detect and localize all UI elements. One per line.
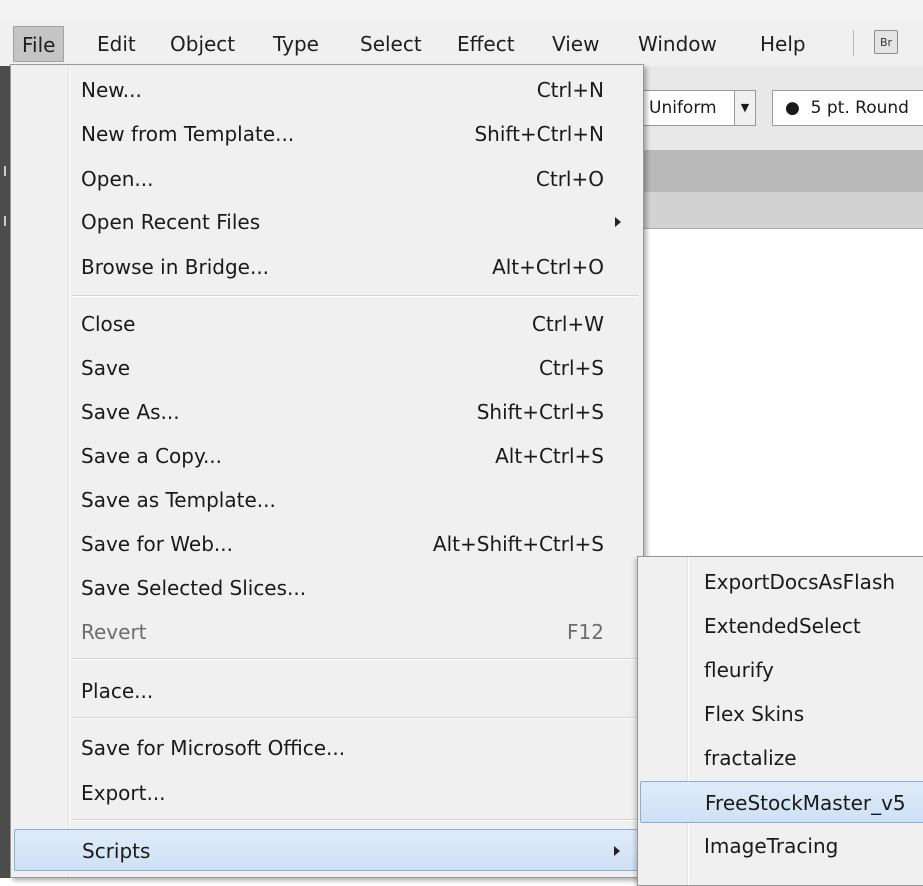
menu-item-label: Browse in Bridge... (81, 255, 270, 279)
menu-separator (72, 717, 638, 719)
menu-separator (72, 658, 638, 660)
menu-separator (72, 819, 638, 821)
menu-item-open[interactable]: Open... Ctrl+O (14, 158, 640, 200)
menu-item-close[interactable]: Close Ctrl+W (14, 303, 640, 345)
menu-item-label: New from Template... (81, 122, 295, 146)
menu-item-label: Save As... (81, 400, 180, 424)
brush-dot-icon: ● (785, 98, 800, 118)
script-item-export-docs-as-flash[interactable]: ExportDocsAsFlash (640, 561, 923, 603)
script-item-extended-select[interactable]: ExtendedSelect (640, 605, 923, 647)
menu-edit[interactable]: Edit (97, 26, 136, 62)
menu-item-shortcut: Ctrl+W (531, 312, 604, 336)
menu-view[interactable]: View (552, 26, 599, 62)
menu-item-label: Export... (81, 781, 166, 805)
menu-item-browse-in-bridge[interactable]: Browse in Bridge... Alt+Ctrl+O (14, 246, 640, 288)
menu-item-label: Close (81, 312, 136, 336)
menu-item-label: Save as Template... (81, 488, 276, 512)
menu-item-scripts[interactable]: Scripts (14, 829, 640, 871)
menu-item-shortcut: F12 (567, 620, 604, 644)
menu-item-export[interactable]: Export... (14, 772, 640, 814)
menu-item-save-for-microsoft-office[interactable]: Save for Microsoft Office... (14, 727, 640, 769)
menu-type[interactable]: Type (273, 26, 319, 62)
variable-width-profile-field[interactable]: Uniform (640, 90, 736, 126)
menu-item-label: ExportDocsAsFlash (704, 570, 896, 594)
menu-item-new-from-template[interactable]: New from Template... Shift+Ctrl+N (14, 113, 640, 155)
menu-item-shortcut: Ctrl+S (538, 356, 604, 380)
menu-item-shortcut: Shift+Ctrl+N (474, 122, 604, 146)
brush-definition-label: 5 pt. Round (810, 98, 909, 118)
menu-item-label: Save for Microsoft Office... (81, 736, 346, 760)
menu-effect[interactable]: Effect (457, 26, 515, 62)
menu-item-label: New... (81, 78, 142, 102)
menu-item-label: Open Recent Files (81, 210, 261, 234)
menu-separator (72, 295, 638, 297)
menu-object[interactable]: Object (170, 26, 235, 62)
script-item-freestockmaster-v5[interactable]: FreeStockMaster_v5 (640, 781, 923, 823)
tools-panel-edge (0, 66, 10, 878)
document-tab-bar (640, 192, 923, 229)
menu-item-revert: Revert F12 (14, 611, 640, 653)
menu-item-label: Revert (81, 620, 147, 644)
panel-grip-icon (4, 216, 6, 226)
brush-definition-field[interactable]: ● 5 pt. Round (772, 90, 923, 126)
menu-window[interactable]: Window (638, 26, 717, 62)
script-item-flex-skins[interactable]: Flex Skins (640, 693, 923, 735)
menu-item-label: ExtendedSelect (704, 614, 861, 638)
menu-item-open-recent-files[interactable]: Open Recent Files (14, 201, 640, 243)
menu-item-shortcut: Alt+Shift+Ctrl+S (432, 532, 604, 556)
menu-help[interactable]: Help (760, 26, 806, 62)
menu-item-label: Scripts (82, 839, 151, 863)
scripts-submenu: ExportDocsAsFlash ExtendedSelect fleurif… (637, 556, 923, 886)
menu-item-save-selected-slices[interactable]: Save Selected Slices... (14, 567, 640, 609)
menu-item-save-for-web[interactable]: Save for Web... Alt+Shift+Ctrl+S (14, 523, 640, 565)
application-bar (640, 150, 923, 192)
menu-bar-divider (853, 30, 854, 56)
menu-item-label: ImageTracing (704, 834, 839, 858)
file-menu-dropdown: New... Ctrl+N New from Template... Shift… (10, 64, 644, 878)
menu-select[interactable]: Select (360, 26, 422, 62)
submenu-arrow-icon (614, 846, 620, 856)
menu-item-label: Save a Copy... (81, 444, 223, 468)
profile-dropdown-arrow[interactable]: ▼ (734, 90, 756, 126)
menu-item-shortcut: Shift+Ctrl+S (476, 400, 604, 424)
script-item-fleurify[interactable]: fleurify (640, 649, 923, 691)
menu-item-new[interactable]: New... Ctrl+N (14, 69, 640, 111)
panel-grip-icon (4, 166, 6, 176)
menu-item-label: Save for Web... (81, 532, 233, 556)
menu-item-shortcut: Alt+Ctrl+S (495, 444, 604, 468)
script-item-image-tracing[interactable]: ImageTracing (640, 825, 923, 867)
menu-item-label: fractalize (704, 746, 797, 770)
menu-item-label: Save Selected Slices... (81, 576, 307, 600)
menu-item-label: Open... (81, 167, 154, 191)
menu-item-label: fleurify (704, 658, 774, 682)
script-item-fractalize[interactable]: fractalize (640, 737, 923, 779)
menu-item-label: Flex Skins (704, 702, 805, 726)
menu-item-save[interactable]: Save Ctrl+S (14, 347, 640, 389)
menu-item-label: Place... (81, 679, 154, 703)
menu-item-label: Save (81, 356, 131, 380)
menu-item-shortcut: Alt+Ctrl+O (492, 255, 604, 279)
menu-item-label: FreeStockMaster_v5 (705, 791, 906, 815)
menu-file[interactable]: File (13, 26, 65, 62)
menu-item-place[interactable]: Place... (14, 670, 640, 712)
menu-item-shortcut: Ctrl+N (536, 78, 604, 102)
bridge-button[interactable]: Br (874, 30, 898, 54)
menu-item-shortcut: Ctrl+O (535, 167, 604, 191)
submenu-arrow-icon (615, 217, 621, 227)
menu-item-save-a-copy[interactable]: Save a Copy... Alt+Ctrl+S (14, 435, 640, 477)
menu-item-save-as[interactable]: Save As... Shift+Ctrl+S (14, 391, 640, 433)
menu-item-save-as-template[interactable]: Save as Template... (14, 479, 640, 521)
